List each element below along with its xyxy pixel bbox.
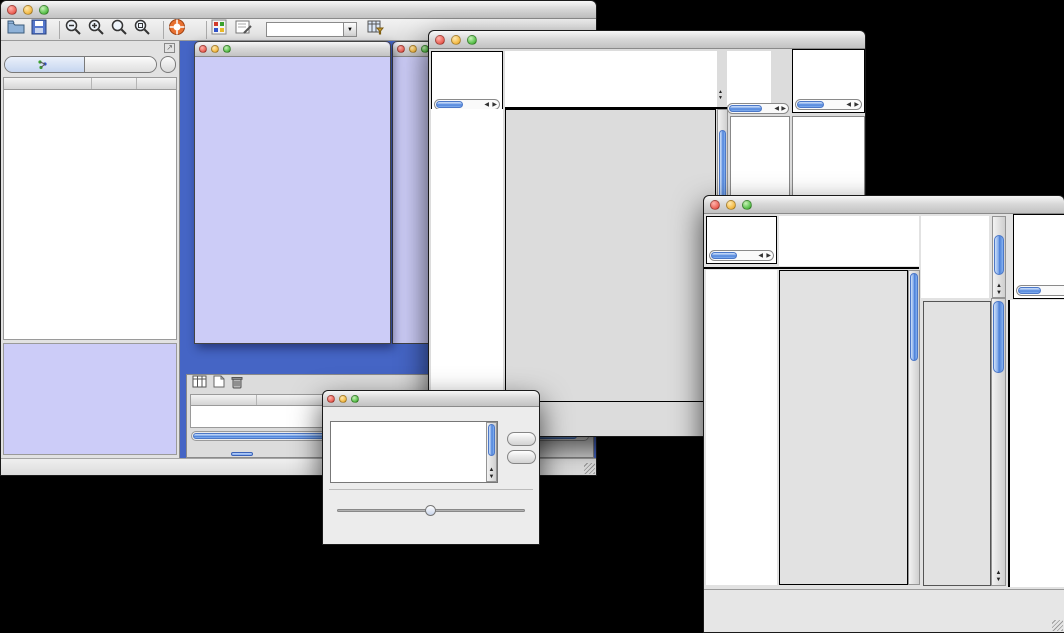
new-attribute-icon[interactable] [213, 375, 225, 393]
main-titlebar[interactable] [1, 1, 596, 19]
zoom-selected-icon[interactable] [110, 18, 128, 41]
zoom-window-icon[interactable] [467, 35, 477, 45]
row-dendrogram-2 [706, 270, 777, 585]
mini-updown-arrows[interactable]: ▲▼ [718, 89, 723, 101]
minimize-icon[interactable] [451, 35, 461, 45]
move-up-button[interactable] [507, 432, 536, 446]
close-icon[interactable] [710, 200, 720, 210]
tab-network[interactable] [5, 57, 85, 72]
network-tab-icon [38, 56, 47, 73]
main-heatmap-2 [779, 270, 908, 585]
column-header-id[interactable] [191, 395, 257, 405]
tab-node-attribute-browser[interactable] [231, 452, 253, 456]
column-header-nodes[interactable] [92, 78, 137, 89]
zoom-out-icon[interactable] [64, 18, 82, 41]
treeview1-column-labels [727, 51, 771, 105]
column-dendrogram-2 [779, 216, 919, 266]
column-header-network[interactable] [4, 78, 92, 89]
usage-hints-scrollbar[interactable]: ◀▶ [795, 99, 862, 110]
close-icon[interactable] [7, 5, 17, 15]
column-dendrogram-1 [505, 51, 717, 107]
treeview2-gene-labels [1008, 300, 1064, 587]
view-status-scrollbar[interactable]: ◀▶ [709, 250, 774, 261]
help-icon[interactable] [168, 18, 186, 41]
treeview-window-2: ◀▶ ▲▼ ▲▼ [703, 195, 1064, 633]
network-window-1[interactable] [194, 41, 391, 344]
attribute-listbox: ▲▼ [330, 421, 498, 483]
zoom-window-icon[interactable] [351, 395, 359, 403]
control-panel-tabbar [1, 54, 179, 75]
usage-hints-box [1013, 214, 1064, 299]
search-combo: ▼ [266, 22, 357, 37]
header-vscrollbar[interactable]: ▲▼ [992, 216, 1006, 298]
move-down-button[interactable] [507, 450, 536, 464]
search-input[interactable] [266, 22, 344, 37]
separator [704, 267, 919, 269]
view-status-box: ◀▶ [706, 216, 777, 264]
network-list-panel [3, 77, 177, 340]
birdseye-view[interactable] [3, 343, 177, 455]
resize-grip[interactable] [1052, 620, 1063, 631]
detail1-hscrollbar[interactable]: ◀▶ [727, 103, 789, 114]
usage-hints-box: ◀▶ [792, 49, 865, 113]
resize-grip[interactable] [584, 463, 595, 474]
zoom-window-icon[interactable] [742, 200, 752, 210]
minimize-icon[interactable] [339, 395, 347, 403]
desktop: { "colors": { "desktop": "#000000", "mdi… [0, 0, 1064, 633]
column-header-edges[interactable] [137, 78, 176, 89]
toolbar-separator [59, 21, 60, 39]
close-icon[interactable] [435, 35, 445, 45]
minimize-icon[interactable] [726, 200, 736, 210]
detail2-vscrollbar[interactable]: ▲▼ [991, 298, 1006, 586]
zoom-window-icon[interactable] [39, 5, 49, 15]
usage-hints-scrollbar[interactable] [1016, 285, 1064, 296]
map-colors-dialog: ▲▼ [322, 390, 540, 545]
heatmap2-vscrollbar[interactable] [908, 270, 920, 585]
slider-thumb[interactable] [425, 505, 436, 516]
network-table-header [4, 78, 176, 90]
main-heatmap-1 [505, 109, 716, 402]
minimize-icon[interactable] [23, 5, 33, 15]
control-panel-header: ↗ [1, 41, 179, 54]
open-session-icon[interactable] [7, 19, 25, 40]
control-panel: ↗ [1, 41, 180, 458]
zoom-window-icon[interactable] [223, 45, 231, 53]
close-icon[interactable] [327, 395, 335, 403]
toolbar-separator [163, 21, 164, 39]
minimize-icon[interactable] [409, 45, 417, 53]
treeview2-content: ◀▶ ▲▼ ▲▼ [704, 214, 1064, 632]
attribute-table-icon[interactable] [192, 375, 207, 393]
vizmapper-icon[interactable] [211, 19, 227, 40]
search-dropdown-icon[interactable]: ▼ [344, 22, 357, 37]
treeview1-titlebar[interactable] [429, 31, 865, 49]
attribute-list-scrollbar[interactable]: ▲▼ [486, 422, 497, 482]
close-icon[interactable] [199, 45, 207, 53]
annotation-icon[interactable] [235, 19, 252, 40]
dialog-titlebar[interactable] [323, 391, 539, 407]
delete-attribute-icon[interactable] [231, 375, 243, 394]
animation-speed-slider[interactable] [337, 509, 525, 512]
treeview2-bottom-bar [704, 589, 1064, 632]
save-session-icon[interactable] [31, 19, 47, 40]
zoom-fit-icon[interactable] [133, 18, 151, 41]
close-icon[interactable] [397, 45, 405, 53]
zoom-in-icon[interactable] [87, 18, 105, 41]
treeview2-titlebar[interactable] [704, 196, 1064, 214]
row-dendrogram-1 [431, 109, 503, 402]
minimize-icon[interactable] [211, 45, 219, 53]
float-panel-icon[interactable]: ↗ [164, 43, 175, 53]
filter-table-icon[interactable] [367, 19, 384, 40]
tab-overflow-button[interactable] [160, 56, 176, 73]
treeview2-column-labels [921, 216, 989, 298]
view-status-box: ◀▶ [431, 51, 503, 113]
detail-heatmap-2 [923, 301, 991, 586]
tab-vizmapper[interactable] [85, 57, 156, 72]
toolbar-separator [206, 21, 207, 39]
